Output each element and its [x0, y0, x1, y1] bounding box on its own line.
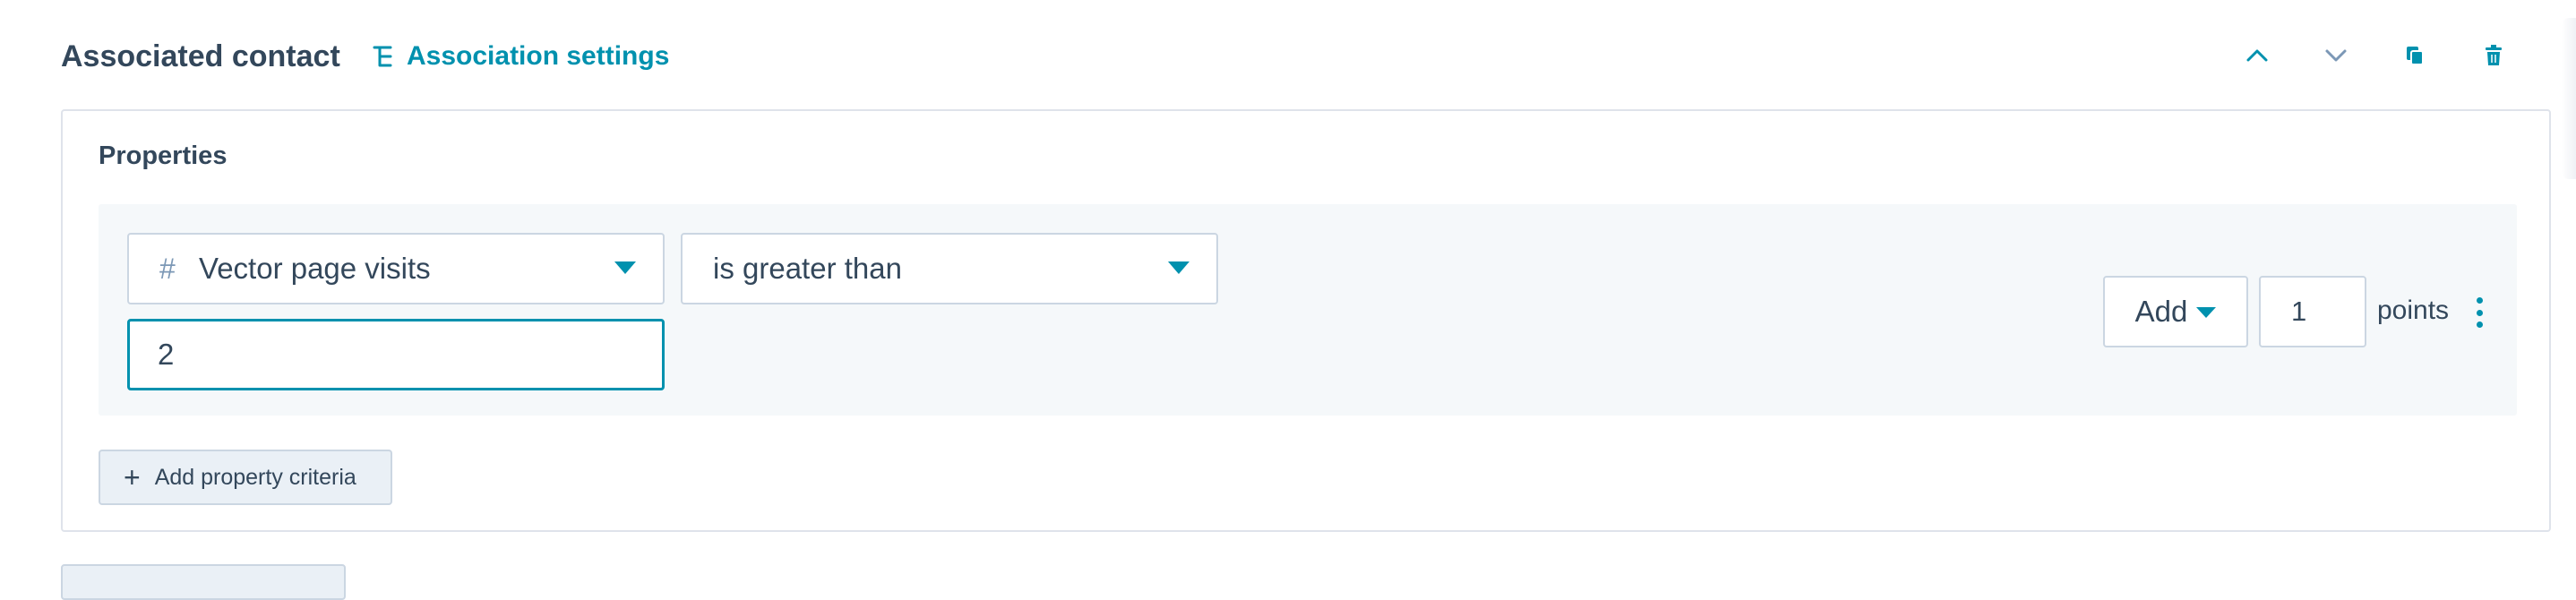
number-type-icon: #	[159, 252, 176, 285]
trash-icon	[2486, 45, 2502, 65]
criteria-group: # Vector page visits is greater than Add…	[99, 204, 2517, 416]
points-input[interactable]	[2259, 276, 2366, 347]
header-actions	[2245, 43, 2506, 68]
score-action-label: Add	[2134, 295, 2188, 328]
add-property-criteria-button[interactable]: + Add property criteria	[99, 450, 392, 505]
delete-button[interactable]	[2481, 43, 2506, 68]
side-panel-edge	[2562, 18, 2576, 179]
copy-icon	[2407, 47, 2424, 65]
move-down-button[interactable]	[2323, 43, 2348, 68]
section-title-associated-contact: Associated contact	[61, 39, 340, 73]
chevron-down-icon	[2325, 49, 2347, 62]
property-select[interactable]: # Vector page visits	[127, 233, 665, 304]
caret-down-icon	[614, 261, 636, 274]
properties-title: Properties	[99, 141, 228, 170]
next-button-partial[interactable]	[61, 564, 346, 600]
association-settings-icon	[373, 45, 394, 68]
more-options-icon[interactable]	[2470, 297, 2488, 328]
association-settings-link[interactable]: Association settings	[373, 41, 669, 72]
caret-down-icon	[2196, 307, 2217, 318]
score-action-dropdown[interactable]: Add	[2103, 276, 2248, 347]
chevron-up-icon	[2246, 49, 2268, 62]
plus-icon: +	[124, 461, 141, 493]
caret-down-icon	[1168, 261, 1189, 274]
operator-select-label: is greater than	[713, 252, 902, 285]
association-card: Properties # Vector page visits is great…	[61, 109, 2551, 532]
property-select-label: Vector page visits	[199, 252, 431, 285]
operator-select[interactable]: is greater than	[681, 233, 1218, 304]
move-up-button[interactable]	[2245, 43, 2270, 68]
points-label: points	[2377, 296, 2450, 325]
association-settings-label: Association settings	[407, 41, 670, 71]
clone-button[interactable]	[2402, 43, 2427, 68]
criteria-value-input[interactable]	[127, 319, 665, 390]
add-property-criteria-label: Add property criteria	[154, 464, 356, 490]
